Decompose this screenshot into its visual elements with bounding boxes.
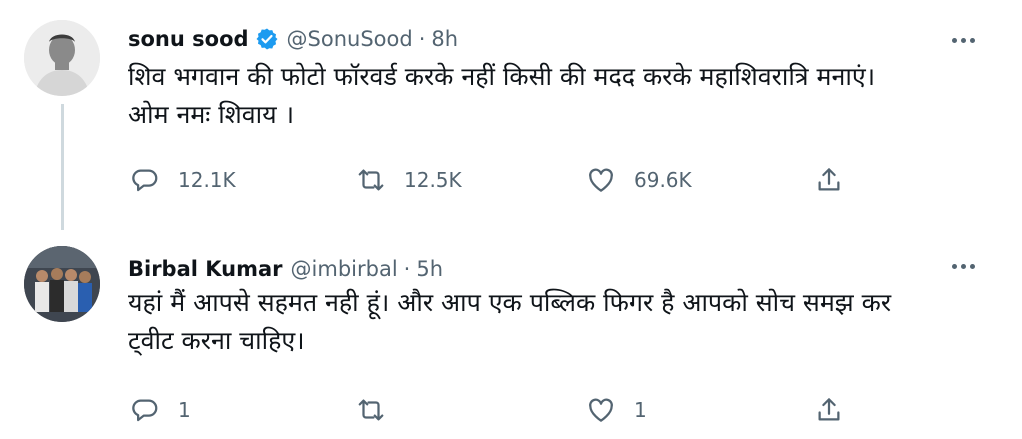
- retweet-icon: [358, 399, 384, 421]
- user-handle[interactable]: @imbirbal: [291, 257, 398, 281]
- avatar-group-photo-icon: [24, 246, 100, 322]
- like-count: 69.6K: [634, 168, 692, 192]
- share-icon: [818, 168, 840, 191]
- verified-badge-icon: [256, 28, 278, 50]
- share-button[interactable]: [814, 160, 844, 200]
- avatar[interactable]: [24, 246, 100, 322]
- like-count: 1: [634, 398, 647, 422]
- reply-count: 12.1K: [178, 168, 236, 192]
- share-button[interactable]: [814, 390, 844, 430]
- timestamp[interactable]: 5h: [416, 257, 443, 281]
- heart-icon: [589, 398, 613, 422]
- tweet-header: Birbal Kumar @imbirbal · 5h: [128, 254, 443, 284]
- thread-line: [61, 104, 64, 230]
- separator-dot: ·: [403, 257, 411, 281]
- tweet-text: यहां मैं आपसे सहमत नही हूं। और आप एक पब्…: [128, 288, 892, 355]
- display-name[interactable]: Birbal Kumar: [128, 257, 283, 281]
- tweet-header: sonu sood @SonuSood · 8h: [128, 24, 458, 54]
- heart-icon: [589, 168, 613, 192]
- more-options-icon[interactable]: [952, 28, 982, 48]
- like-button[interactable]: 69.6K: [586, 160, 692, 200]
- retweet-button[interactable]: [356, 390, 404, 430]
- retweet-button[interactable]: 12.5K: [356, 160, 462, 200]
- avatar[interactable]: [24, 20, 100, 96]
- retweet-icon: [358, 169, 384, 191]
- reply-count: 1: [178, 398, 191, 422]
- avatar-photo-icon: [24, 20, 100, 96]
- tweet-sonu-sood[interactable]: sonu sood @SonuSood · 8h शिव भगवान की फो…: [0, 0, 1022, 240]
- more-options-icon[interactable]: [952, 254, 982, 274]
- tweet-birbal-kumar[interactable]: Birbal Kumar @imbirbal · 5h यहां मैं आपस…: [0, 240, 1022, 439]
- reply-icon: [132, 399, 158, 422]
- reply-button[interactable]: 1: [130, 390, 191, 430]
- reply-icon: [132, 169, 158, 192]
- tweet-text: शिव भगवान की फोटो फॉरवर्ड करके नहीं किसी…: [128, 62, 876, 129]
- share-icon: [818, 398, 840, 421]
- display-name[interactable]: sonu sood: [128, 27, 249, 51]
- like-button[interactable]: 1: [586, 390, 647, 430]
- tweet-actions: 12.1K 12.5K 69.6K: [128, 160, 888, 200]
- separator-dot: ·: [418, 27, 426, 51]
- tweet-actions: 1 1: [128, 390, 888, 430]
- timestamp[interactable]: 8h: [431, 27, 458, 51]
- user-handle[interactable]: @SonuSood: [287, 27, 413, 51]
- reply-button[interactable]: 12.1K: [130, 160, 236, 200]
- retweet-count: 12.5K: [404, 168, 462, 192]
